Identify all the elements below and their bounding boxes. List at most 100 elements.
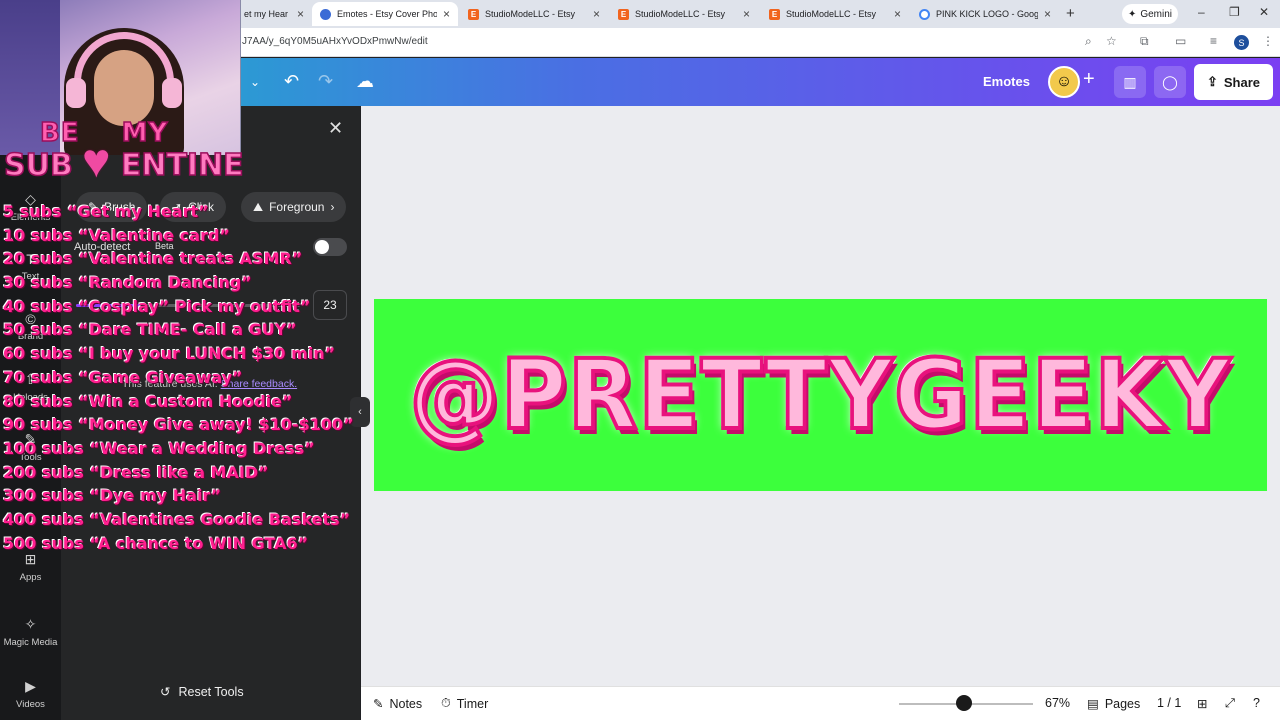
sub-goal: 50 subs “Dare TIME- Call a GUY” <box>3 320 297 340</box>
headphone-cup <box>66 78 86 108</box>
tab-title: Emotes - Etsy Cover Photo <box>337 9 437 19</box>
collaborator-avatar[interactable]: ☺ <box>1048 66 1080 98</box>
google-icon <box>919 8 930 20</box>
sub-goal: 5 subs “Get my Heart” <box>3 202 209 221</box>
notes-icon: ✎ <box>373 697 384 711</box>
browser-tab[interactable]: E StudioModeLLC - Etsy × <box>460 2 608 26</box>
zoom-icon[interactable]: ⌕ <box>1085 34 1092 49</box>
add-collaborator-button[interactable]: + <box>1083 68 1095 91</box>
maximize-icon[interactable]: ❐ <box>1229 5 1240 19</box>
timer-label: Timer <box>456 696 489 711</box>
tab-title: StudioModeLLC - Etsy <box>786 9 877 19</box>
share-label: Share <box>1223 74 1261 90</box>
sub-goal: 80 subs “Win a Custom Hoodie” <box>3 391 293 411</box>
close-tab-icon[interactable]: × <box>894 7 901 21</box>
extensions-icon[interactable]: ⧉ <box>1140 34 1149 49</box>
share-upload-icon: ⇪ <box>1206 74 1218 89</box>
timer-button[interactable]: ⏱ Timer <box>441 696 488 711</box>
zoom-value[interactable]: 67% <box>1045 696 1070 710</box>
cast-icon[interactable]: ▭ <box>1175 34 1186 48</box>
pages-button[interactable]: ▤ Pages <box>1087 696 1141 712</box>
design-page[interactable]: @PRETTYGEEKY <box>374 299 1267 491</box>
canva-icon <box>320 8 331 20</box>
etsy-icon: E <box>769 8 780 20</box>
reset-tools-button[interactable]: ↺ Reset Tools <box>160 684 244 700</box>
chevron-left-icon: ‹ <box>358 406 362 418</box>
etsy-icon: E <box>618 8 629 20</box>
rail-label: Videos <box>16 699 45 710</box>
grid-view-icon[interactable]: ⊞ <box>1197 696 1207 711</box>
close-tab-icon[interactable]: × <box>443 7 450 21</box>
sub-goal: 200 subs “Dress like a MAID” <box>3 462 269 482</box>
close-tab-icon[interactable]: × <box>743 7 750 21</box>
tab-title: et my Hear <box>244 9 289 19</box>
close-tab-icon[interactable]: × <box>297 7 304 21</box>
rail-label: Apps <box>19 572 42 583</box>
undo-icon[interactable]: ↶ <box>284 71 299 92</box>
sub-goal: 500 subs “A chance to WIN GTA6” <box>3 533 309 553</box>
timer-icon: ⏱ <box>441 696 451 710</box>
sparkle-icon: ✦ <box>1127 8 1137 20</box>
rail-item-videos[interactable]: ▶ Videos <box>0 678 61 710</box>
fullscreen-icon[interactable]: ⤢ <box>1225 696 1235 711</box>
tab-title: StudioModeLLC - Etsy <box>485 9 576 19</box>
rail-label: Magic Media <box>3 637 58 648</box>
design-text[interactable]: @PRETTYGEEKY <box>401 299 1240 491</box>
browser-tab-active[interactable]: Emotes - Etsy Cover Photo × <box>312 2 458 26</box>
gemini-label: Gemini <box>1140 8 1173 20</box>
insights-button[interactable]: ▥ <box>1114 66 1146 98</box>
headphone-cup <box>162 78 182 108</box>
be-my-subentine-logo: BE MY SUB ENTINE ♥ <box>3 117 244 194</box>
logo-line-2: SUB ENTINE <box>3 147 244 184</box>
sub-goal: 10 subs “Valentine card” <box>3 225 230 245</box>
sub-goal: 70 subs “Game Giveaway” <box>3 367 243 387</box>
bottom-bar: ✎ Notes ⏱ Timer 67% ▤ Pages 1 / 1 ⊞ ⤢ ? <box>361 686 1280 720</box>
close-tab-icon[interactable]: × <box>1044 7 1051 21</box>
magic-media-icon: ✧ <box>24 616 37 632</box>
help-icon[interactable]: ? <box>1253 696 1260 710</box>
gemini-button[interactable]: ✦ Gemini <box>1122 4 1178 24</box>
browser-tab[interactable]: et my Hear × <box>236 2 312 26</box>
bookmark-star-icon[interactable]: ☆ <box>1106 34 1117 48</box>
sub-goal: 90 subs “Money Give away! $10-$100” <box>3 415 354 435</box>
pages-label: Pages <box>1104 696 1141 711</box>
screen: et my Hear × Emotes - Etsy Cover Photo ×… <box>0 0 1280 720</box>
sub-goal: 20 subs “Valentine treats ASMR” <box>3 249 303 269</box>
minimize-icon[interactable]: – <box>1198 5 1205 19</box>
tab-title: PINK KICK LOGO - Google Se <box>936 9 1038 19</box>
page-count: 1 / 1 <box>1157 696 1182 710</box>
sub-goal: 60 subs “I buy your LUNCH $30 min” <box>3 344 336 364</box>
videos-icon: ▶ <box>25 678 36 694</box>
close-panel-icon[interactable]: ✕ <box>328 118 343 139</box>
cloud-saved-icon[interactable]: ☁ <box>356 71 374 92</box>
browser-tab[interactable]: E StudioModeLLC - Etsy × <box>610 2 758 26</box>
face-icon: ☺ <box>1055 73 1073 90</box>
new-tab-button[interactable]: + <box>1066 5 1075 22</box>
comments-button[interactable]: ◯ <box>1154 66 1186 98</box>
redo-icon[interactable]: ↷ <box>318 71 333 92</box>
reset-icon: ↺ <box>160 685 171 699</box>
etsy-icon: E <box>468 8 479 20</box>
url-field[interactable]: J7AA/y_6qY0M5uAHxYvODxPmwNw/edit <box>242 36 428 47</box>
rail-item-magic-media[interactable]: ✧ Magic Media <box>0 616 61 648</box>
pages-icon: ▤ <box>1087 697 1099 711</box>
reading-list-icon[interactable]: ≡ <box>1210 34 1217 48</box>
bar-chart-icon: ▥ <box>1123 73 1137 90</box>
comment-icon: ◯ <box>1162 73 1178 90</box>
notes-button[interactable]: ✎ Notes <box>373 696 422 712</box>
browser-tab[interactable]: PINK KICK LOGO - Google Se × <box>911 2 1059 26</box>
reset-label: Reset Tools <box>178 684 244 699</box>
zoom-slider-handle[interactable] <box>956 695 972 711</box>
chevron-down-icon[interactable]: ⌄ <box>250 75 260 89</box>
design-title[interactable]: Emotes <box>983 74 1030 89</box>
close-window-icon[interactable]: ✕ <box>1259 5 1269 19</box>
close-tab-icon[interactable]: × <box>593 7 600 21</box>
menu-kebab-icon[interactable]: ⋮ <box>1262 34 1274 48</box>
share-button[interactable]: ⇪ Share <box>1194 64 1273 100</box>
profile-avatar[interactable]: S <box>1234 35 1249 50</box>
browser-tab[interactable]: E StudioModeLLC - Etsy × <box>761 2 909 26</box>
sub-goal: 30 subs “Random Dancing” <box>3 273 252 293</box>
heart-icon: ♥ <box>82 135 111 188</box>
rail-item-apps[interactable]: ⊞ Apps <box>0 551 61 583</box>
sub-goal: 100 subs “Wear a Wedding Dress” <box>3 438 315 458</box>
